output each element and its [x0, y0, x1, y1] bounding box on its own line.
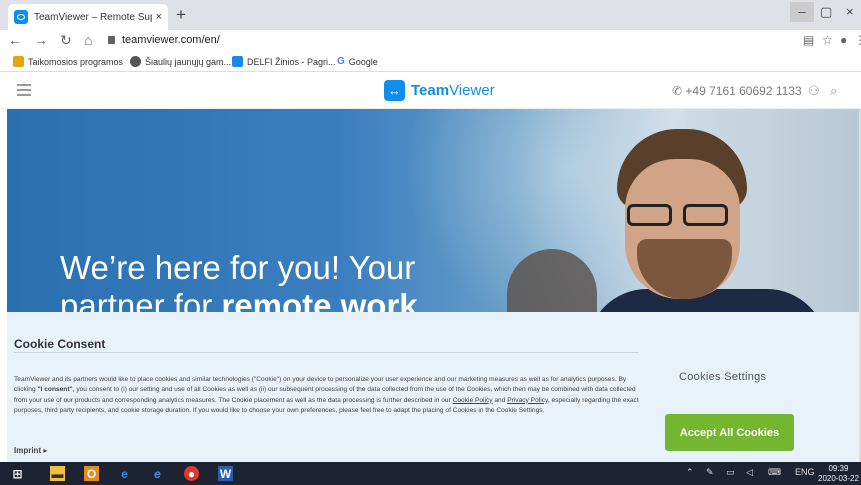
bookmark-label: DELFI Žinios - Pagri... — [247, 56, 336, 67]
cookie-consent-banner: Cookie Consent TeamViewer and its partne… — [7, 312, 861, 462]
file-explorer-icon[interactable]: ▬ — [50, 466, 65, 481]
word-icon[interactable]: W — [218, 466, 233, 481]
site-header: ↔ TeamViewer ✆ +49 7161 60692 1133 ⚇ ⌕ — [0, 72, 861, 109]
tab-title: TeamViewer – Remote Support, R — [34, 11, 152, 23]
user-account-icon[interactable]: ⚇ — [808, 83, 820, 99]
brand-name: TeamViewer — [411, 82, 495, 99]
imprint-link[interactable]: Imprint ▸ — [14, 446, 47, 455]
translate-icon[interactable]: ▤ — [803, 33, 814, 47]
browser-toolbar: ← → ↻ ⌂ teamviewer.com/en/ ▤ ☆ ● ⋮ — [0, 30, 861, 52]
browser-tab[interactable]: TeamViewer – Remote Support, R × — [8, 4, 168, 30]
browser-tab-strip: TeamViewer – Remote Support, R × + – ▢ × — [0, 0, 861, 30]
reload-icon[interactable]: ↻ — [60, 32, 72, 49]
back-arrow-icon[interactable]: ← — [8, 32, 22, 48]
divider — [14, 352, 639, 353]
address-bar[interactable]: teamviewer.com/en/ — [122, 34, 220, 46]
cookies-settings-link[interactable]: Cookies Settings — [679, 371, 766, 383]
keyboard-icon[interactable]: ⌨ — [768, 467, 781, 478]
apps-grid-icon — [13, 56, 24, 67]
tab-close-icon[interactable]: × — [156, 11, 162, 23]
hamburger-menu-icon[interactable] — [17, 84, 31, 99]
bookmark-label: Google — [348, 56, 378, 67]
battery-icon[interactable]: ▭ — [726, 467, 735, 478]
hero-banner: We’re here for you! Your partner for rem… — [7, 109, 859, 312]
bookmark-siauliu[interactable]: Šiaulių jaunųjų gam... — [130, 56, 231, 67]
cookie-policy-link[interactable]: Cookie Policy — [453, 397, 493, 404]
delfi-icon — [232, 56, 243, 67]
lock-icon — [108, 36, 115, 44]
outlook-icon[interactable]: O — [84, 466, 99, 481]
accept-all-cookies-button[interactable]: Accept All Cookies — [665, 414, 794, 451]
volume-icon[interactable]: ◁ — [746, 467, 753, 478]
language-indicator[interactable]: ENG — [795, 467, 815, 477]
minimize-button[interactable]: – — [790, 2, 814, 22]
hero-headline: We’re here for you! Your partner for rem… — [60, 249, 418, 312]
edge-icon[interactable]: e — [117, 466, 132, 481]
profile-icon[interactable]: ● — [840, 33, 847, 47]
phone-number[interactable]: ✆ +49 7161 60692 1133 — [672, 84, 802, 98]
close-window-button[interactable]: × — [846, 4, 854, 19]
search-icon[interactable]: ⌕ — [830, 83, 837, 99]
bookmark-star-icon[interactable]: ☆ — [822, 33, 833, 47]
bookmark-label: Taikomosios programos — [28, 56, 124, 67]
teamviewer-logo[interactable]: ↔ TeamViewer — [384, 80, 495, 101]
google-icon: G — [337, 56, 345, 67]
clock-time: 09:39 — [828, 464, 849, 473]
chrome-icon[interactable]: ● — [184, 466, 199, 481]
forward-arrow-icon[interactable]: → — [34, 32, 48, 48]
new-tab-button[interactable]: + — [176, 5, 186, 25]
phone-icon: ✆ — [672, 84, 683, 98]
windows-taskbar: ⊞ ▬ O e e ● W ⌃ ✎ ▭ ◁ ⌨ ENG 09:39 2020-0… — [0, 462, 861, 485]
bookmark-apps[interactable]: Taikomosios programos — [13, 56, 123, 67]
chevron-right-icon: ▸ — [43, 446, 48, 455]
teamviewer-favicon-icon — [14, 10, 28, 24]
cookie-consent-text: TeamViewer and its partners would like t… — [14, 376, 639, 414]
clock-date: 2020-03-22 — [818, 474, 859, 483]
internet-explorer-icon[interactable]: e — [150, 466, 165, 481]
globe-icon — [130, 56, 141, 67]
bookmark-google[interactable]: G Google — [337, 56, 378, 67]
system-clock[interactable]: 09:39 2020-03-22 — [818, 464, 859, 484]
cookie-consent-title: Cookie Consent — [14, 337, 106, 351]
pen-icon[interactable]: ✎ — [706, 467, 714, 478]
home-icon[interactable]: ⌂ — [84, 32, 92, 48]
maximize-button[interactable]: ▢ — [820, 4, 832, 20]
menu-dots-icon[interactable]: ⋮ — [854, 33, 861, 47]
privacy-policy-link[interactable]: Privacy Policy — [507, 397, 548, 404]
teamviewer-logo-icon: ↔ — [384, 80, 405, 101]
smiling-man-image — [587, 129, 827, 312]
windows-start-icon[interactable]: ⊞ — [10, 466, 25, 481]
tray-chevron-up-icon[interactable]: ⌃ — [686, 467, 694, 478]
bookmarks-bar: Taikomosios programos Šiaulių jaunųjų ga… — [0, 52, 861, 72]
bookmark-label: Šiaulių jaunųjų gam... — [145, 56, 232, 67]
bookmark-delfi[interactable]: DELFI Žinios - Pagri... — [232, 56, 336, 67]
